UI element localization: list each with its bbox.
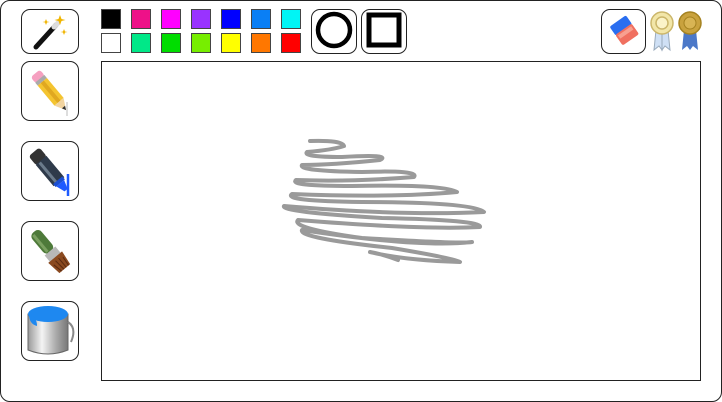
marker-icon — [26, 144, 74, 198]
swatch-cyan[interactable] — [281, 9, 301, 29]
swatch-spring-green[interactable] — [131, 33, 151, 53]
swatch-green[interactable] — [161, 33, 181, 53]
pencil-icon — [27, 64, 73, 118]
swatch-blue[interactable] — [221, 9, 241, 29]
square-shape-button[interactable] — [361, 9, 407, 54]
swatch-pink[interactable] — [131, 9, 151, 29]
scribble-stroke — [281, 138, 486, 264]
marker-tool-button[interactable] — [21, 141, 79, 201]
magic-wand-tool-button[interactable] — [21, 9, 79, 54]
swatch-lime[interactable] — [191, 33, 211, 53]
paint-bucket-tool-button[interactable] — [21, 301, 79, 361]
paint-bucket-icon — [23, 302, 77, 360]
brush-tool-button[interactable] — [21, 221, 79, 281]
swatch-orange[interactable] — [251, 33, 271, 53]
circle-outline-icon — [314, 10, 354, 54]
swatch-red[interactable] — [281, 33, 301, 53]
pencil-tool-button[interactable] — [21, 61, 79, 121]
swatch-sky-blue[interactable] — [251, 9, 271, 29]
drawing-canvas[interactable] — [101, 61, 701, 381]
paintbrush-icon — [26, 224, 74, 278]
swatch-purple[interactable] — [191, 9, 211, 29]
eraser-button[interactable] — [601, 9, 646, 54]
swatch-yellow[interactable] — [221, 33, 241, 53]
gold-award-icon — [677, 10, 703, 56]
circle-shape-button[interactable] — [311, 9, 357, 54]
paint-app — [0, 0, 722, 402]
canvas-drawing — [281, 138, 486, 264]
swatch-black[interactable] — [101, 9, 121, 29]
silver-award-icon — [649, 10, 675, 56]
swatch-white[interactable] — [101, 33, 121, 53]
eraser-icon — [607, 13, 641, 51]
magic-wand-icon — [30, 13, 70, 51]
swatch-magenta[interactable] — [161, 9, 181, 29]
square-outline-icon — [364, 10, 404, 54]
